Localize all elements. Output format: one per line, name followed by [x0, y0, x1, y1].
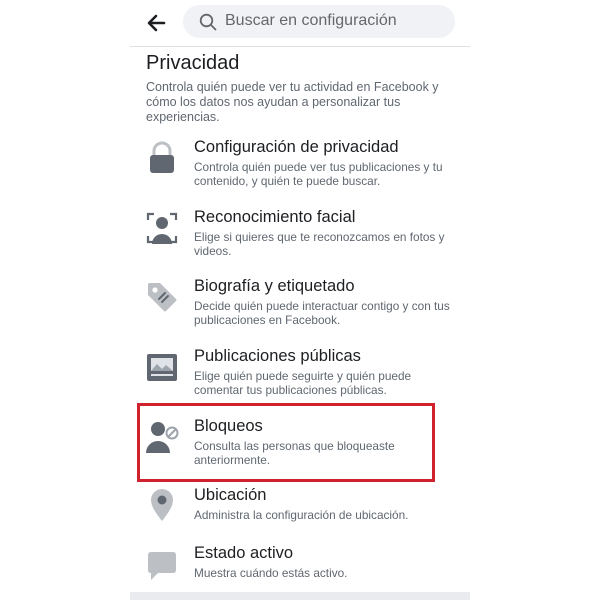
lock-icon	[150, 141, 174, 173]
chat-bubble-icon	[148, 552, 176, 580]
search-icon	[199, 13, 217, 31]
item-title: Configuración de privacidad	[194, 138, 399, 156]
item-title: Estado activo	[194, 544, 294, 562]
item-title: Publicaciones públicas	[194, 347, 361, 365]
item-description: Muestra cuándo estás activo.	[194, 566, 348, 580]
public-post-icon	[147, 354, 177, 381]
settings-item-face-recognition[interactable]: Reconocimiento facial Elige si quieres q…	[130, 208, 470, 274]
section-description: Controla quién puede ver tu actividad en…	[146, 80, 439, 124]
location-pin-icon	[151, 489, 173, 521]
item-title: Biografía y etiquetado	[194, 277, 355, 295]
item-description: Administra la configuración de ubicación…	[194, 508, 409, 522]
item-description: Elige quién puede seguirte y quién puede…	[194, 369, 412, 397]
item-title: Ubicación	[194, 486, 267, 504]
item-description: Controla quién puede ver tus publicacion…	[194, 160, 443, 188]
back-arrow-icon[interactable]	[144, 11, 168, 35]
top-bar: Buscar en configuración	[130, 0, 470, 47]
settings-item-timeline-tagging[interactable]: Biografía y etiquetado Decide quién pued…	[130, 277, 470, 343]
bottom-divider	[130, 592, 470, 600]
settings-item-privacy[interactable]: Configuración de privacidad Controla qui…	[130, 138, 470, 204]
search-placeholder: Buscar en configuración	[225, 12, 397, 29]
item-description: Elige si quieres que te reconozcamos en …	[194, 230, 445, 258]
section-title: Privacidad	[146, 52, 240, 74]
tag-icon	[148, 283, 177, 312]
item-title: Reconocimiento facial	[194, 208, 356, 226]
search-input[interactable]: Buscar en configuración	[183, 5, 455, 38]
settings-item-location[interactable]: Ubicación Administra la configuración de…	[130, 486, 470, 552]
highlight-frame	[137, 403, 435, 482]
item-description: Decide quién puede interactuar contigo y…	[194, 299, 450, 327]
face-scan-icon	[146, 212, 178, 244]
settings-screen: Buscar en configuración Privacidad Contr…	[130, 0, 470, 600]
